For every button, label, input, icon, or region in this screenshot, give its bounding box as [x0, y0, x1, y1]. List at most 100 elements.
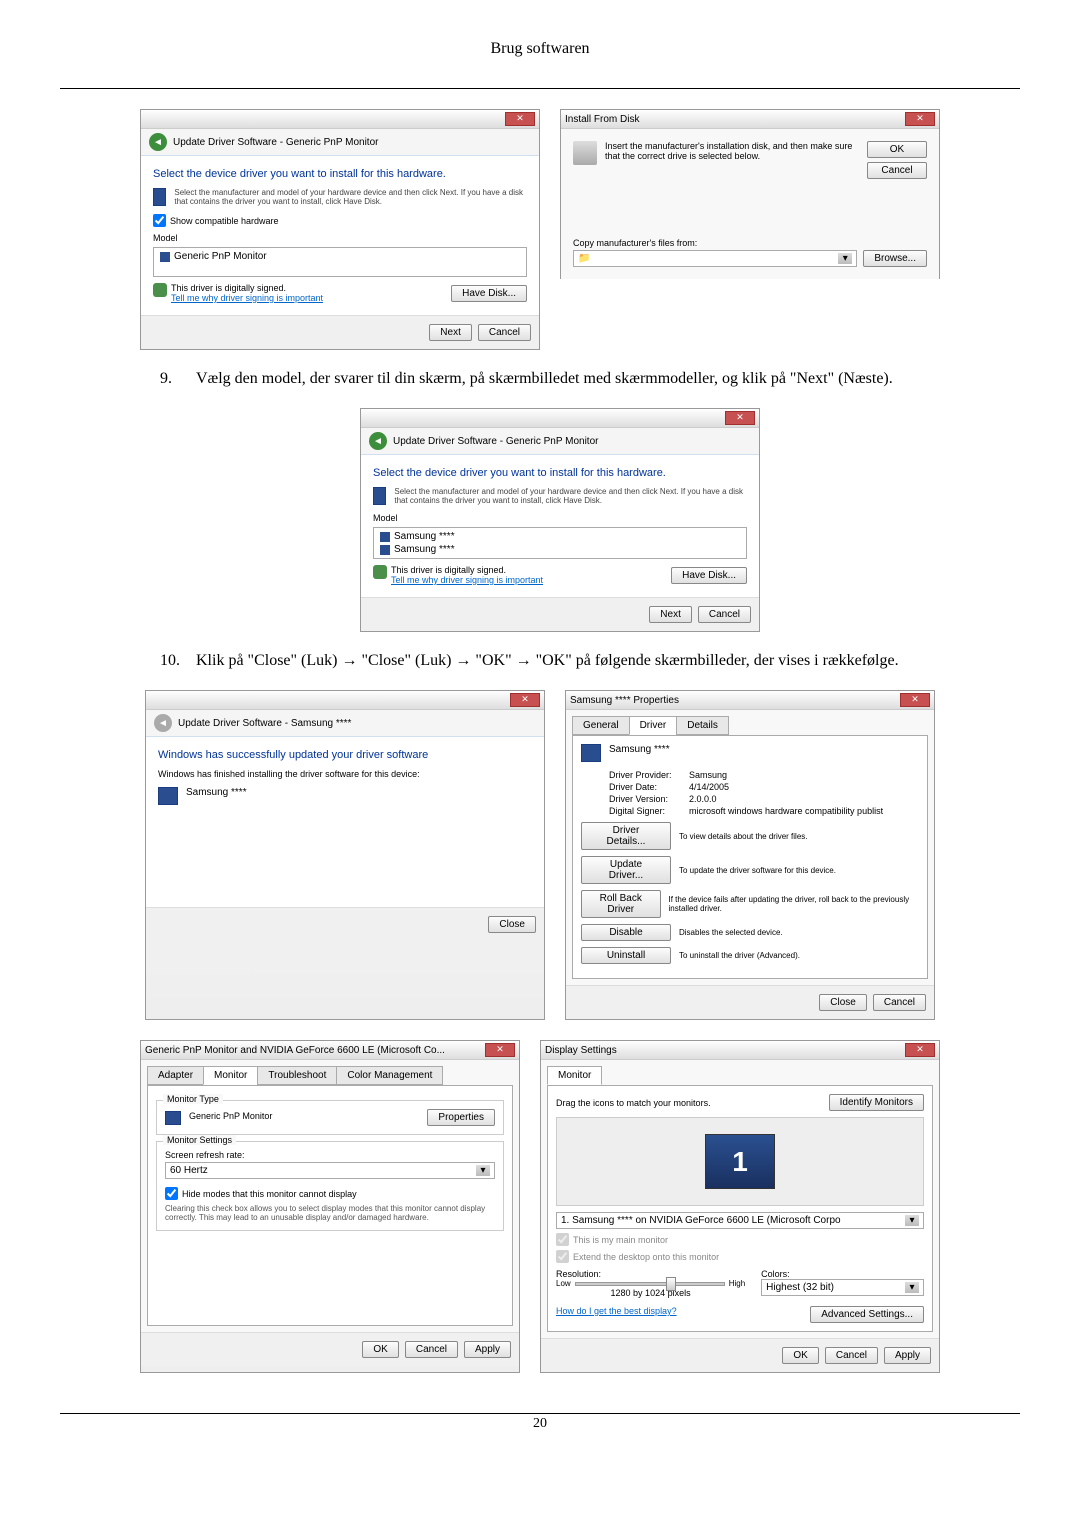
btn-col: OK Cancel: [867, 141, 927, 179]
rollback-button[interactable]: Roll Back Driver: [581, 890, 661, 918]
prop-row: Driver Date:4/14/2005: [609, 782, 919, 792]
cancel-button[interactable]: Cancel: [698, 606, 751, 623]
checkbox-input[interactable]: [165, 1187, 178, 1200]
tab-monitor[interactable]: Monitor: [547, 1066, 602, 1085]
prop-label: Driver Version:: [609, 794, 689, 804]
close-icon[interactable]: ✕: [485, 1043, 515, 1057]
low-label: Low: [556, 1279, 571, 1288]
list-item[interactable]: Samsung ****: [376, 530, 744, 543]
dialog-header: Display Settings ✕: [541, 1041, 939, 1060]
slider-thumb[interactable]: [666, 1277, 676, 1291]
cancel-button[interactable]: Cancel: [405, 1341, 458, 1358]
path-dropdown[interactable]: 📁 ▾: [573, 250, 857, 267]
help-link[interactable]: How do I get the best display?: [556, 1306, 677, 1323]
checkbox-input[interactable]: [153, 214, 166, 227]
tab-driver[interactable]: Driver: [629, 716, 678, 735]
tab-details[interactable]: Details: [676, 716, 729, 735]
step-9: 9. Vælg den model, der svarer til din sk…: [160, 370, 920, 388]
update-button[interactable]: Update Driver...: [581, 856, 671, 884]
uninstall-button[interactable]: Uninstall: [581, 947, 671, 964]
tab-color[interactable]: Color Management: [336, 1066, 443, 1085]
resolution-slider[interactable]: [575, 1282, 725, 1286]
cancel-button[interactable]: Cancel: [478, 324, 531, 341]
screenshot-row-4: Generic PnP Monitor and NVIDIA GeForce 6…: [60, 1040, 1020, 1373]
model-list[interactable]: Generic PnP Monitor: [153, 247, 527, 277]
disable-button[interactable]: Disable: [581, 924, 671, 941]
advanced-button[interactable]: Advanced Settings...: [810, 1306, 924, 1323]
tab-general[interactable]: General: [572, 716, 630, 735]
btn-desc-row: DisableDisables the selected device.: [581, 924, 919, 941]
cancel-button[interactable]: Cancel: [825, 1347, 878, 1364]
back-icon[interactable]: ◄: [149, 133, 167, 151]
ok-button[interactable]: OK: [867, 141, 927, 158]
close-icon[interactable]: ✕: [505, 112, 535, 126]
next-button[interactable]: Next: [429, 324, 472, 341]
disk-icon: [573, 141, 597, 165]
close-icon[interactable]: ✕: [900, 693, 930, 707]
display-settings-dialog: Display Settings ✕ Monitor Drag the icon…: [540, 1040, 940, 1373]
checkbox-label: This is my main monitor: [573, 1235, 668, 1245]
show-compat-checkbox[interactable]: Show compatible hardware: [153, 214, 527, 227]
res-color-row: Resolution: Low High 1280 by 1024 pixels…: [556, 1269, 924, 1298]
monitor-select-value: 1. Samsung **** on NVIDIA GeForce 6600 L…: [561, 1215, 841, 1226]
close-icon[interactable]: ✕: [905, 112, 935, 126]
tab-monitor[interactable]: Monitor: [203, 1066, 258, 1085]
section-title: Select the device driver you want to ins…: [153, 168, 527, 180]
close-button[interactable]: Close: [488, 916, 536, 933]
close-icon[interactable]: ✕: [725, 411, 755, 425]
breadcrumb: ◄ Update Driver Software - Generic PnP M…: [141, 129, 539, 156]
copy-section: Copy manufacturer's files from: 📁 ▾ Brow…: [573, 238, 927, 267]
have-disk-button[interactable]: Have Disk...: [451, 285, 527, 302]
apply-button[interactable]: Apply: [884, 1347, 931, 1364]
page-number: 20: [60, 1413, 1020, 1432]
tabs: General Driver Details: [572, 716, 928, 736]
model-list[interactable]: Samsung **** Samsung ****: [373, 527, 747, 559]
browse-button[interactable]: Browse...: [863, 250, 927, 267]
dialog-title: Samsung **** Properties: [570, 695, 679, 706]
color-section: Colors: Highest (32 bit) ▾: [761, 1269, 924, 1298]
back-icon[interactable]: ◄: [369, 432, 387, 450]
screenshot-row-3: ✕ ◄ Update Driver Software - Samsung ***…: [60, 690, 1020, 1020]
monitor-icon: [373, 487, 386, 505]
prop-label: Driver Date:: [609, 782, 689, 792]
cancel-button[interactable]: Cancel: [873, 994, 926, 1011]
tab-troubleshoot[interactable]: Troubleshoot: [257, 1066, 337, 1085]
prop-row: Driver Version:2.0.0.0: [609, 794, 919, 804]
list-item-text: Samsung ****: [394, 544, 455, 555]
apply-button[interactable]: Apply: [464, 1341, 511, 1358]
copy-row: 📁 ▾ Browse...: [573, 250, 927, 267]
properties-button[interactable]: Properties: [427, 1109, 495, 1126]
step-number: 9.: [160, 370, 180, 388]
ok-button[interactable]: OK: [362, 1341, 398, 1358]
monitor-select-dropdown[interactable]: 1. Samsung **** on NVIDIA GeForce 6600 L…: [556, 1212, 924, 1229]
prop-label: Digital Signer:: [609, 806, 689, 816]
monitor-type-group: Monitor Type Generic PnP Monitor Propert…: [156, 1100, 504, 1135]
details-button[interactable]: Driver Details...: [581, 822, 671, 850]
refresh-label: Screen refresh rate:: [165, 1150, 495, 1160]
tabs: Monitor: [547, 1066, 933, 1086]
close-icon[interactable]: ✕: [905, 1043, 935, 1057]
close-button[interactable]: Close: [819, 994, 867, 1011]
list-item[interactable]: Generic PnP Monitor: [156, 250, 524, 263]
info-text: Select the manufacturer and model of you…: [394, 487, 747, 505]
tab-adapter[interactable]: Adapter: [147, 1066, 204, 1085]
have-disk-button[interactable]: Have Disk...: [671, 567, 747, 584]
identify-button[interactable]: Identify Monitors: [829, 1094, 924, 1111]
cancel-button[interactable]: Cancel: [867, 162, 927, 179]
dialog-body: Monitor Drag the icons to match your mon…: [541, 1060, 939, 1338]
ok-button[interactable]: OK: [782, 1347, 818, 1364]
hide-modes-checkbox[interactable]: Hide modes that this monitor cannot disp…: [165, 1187, 495, 1200]
next-button[interactable]: Next: [649, 606, 692, 623]
tab-content: Drag the icons to match your monitors. I…: [547, 1086, 933, 1332]
btn-desc-row: UninstallTo uninstall the driver (Advanc…: [581, 947, 919, 964]
button-row: Close: [146, 907, 544, 941]
dialog-body: General Driver Details Samsung **** Driv…: [566, 710, 934, 985]
color-dropdown[interactable]: Highest (32 bit) ▾: [761, 1279, 924, 1296]
list-item[interactable]: Samsung ****: [376, 543, 744, 556]
monitor-preview[interactable]: 1: [705, 1134, 775, 1189]
close-icon[interactable]: ✕: [510, 693, 540, 707]
signing-link[interactable]: Tell me why driver signing is important: [391, 575, 543, 585]
refresh-dropdown[interactable]: 60 Hertz ▾: [165, 1162, 495, 1179]
resolution-section: Resolution: Low High 1280 by 1024 pixels: [556, 1269, 745, 1298]
signing-link[interactable]: Tell me why driver signing is important: [171, 293, 323, 303]
